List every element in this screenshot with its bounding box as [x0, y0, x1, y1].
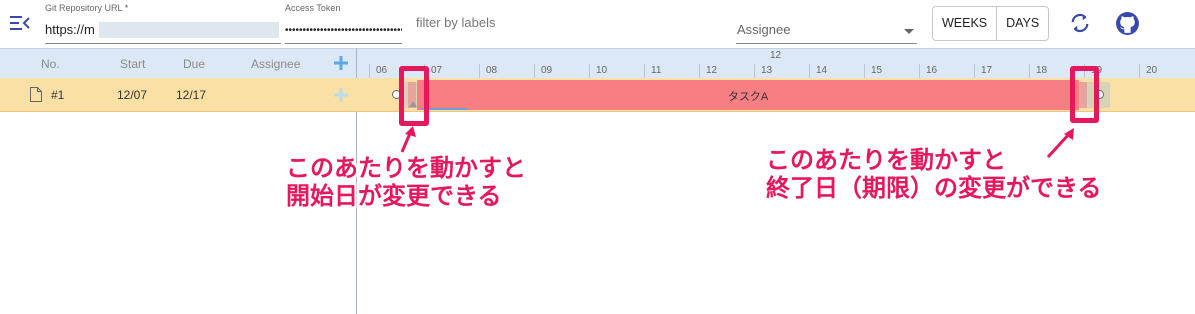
- start-annotation: このあたりを動かすと 開始日が変更できる: [286, 155, 526, 211]
- start-arrow-head: [405, 126, 416, 137]
- end-annotation: このあたりを動かすと 終了日（期限）の変更ができる: [766, 147, 1102, 203]
- start-annotation-line2: 開始日が変更できる: [286, 183, 502, 210]
- start-annotation-line1: このあたりを動かすと: [286, 155, 526, 182]
- end-annotation-line2: 終了日（期限）の変更ができる: [766, 175, 1102, 202]
- end-annotation-line1: このあたりを動かすと: [766, 147, 1006, 174]
